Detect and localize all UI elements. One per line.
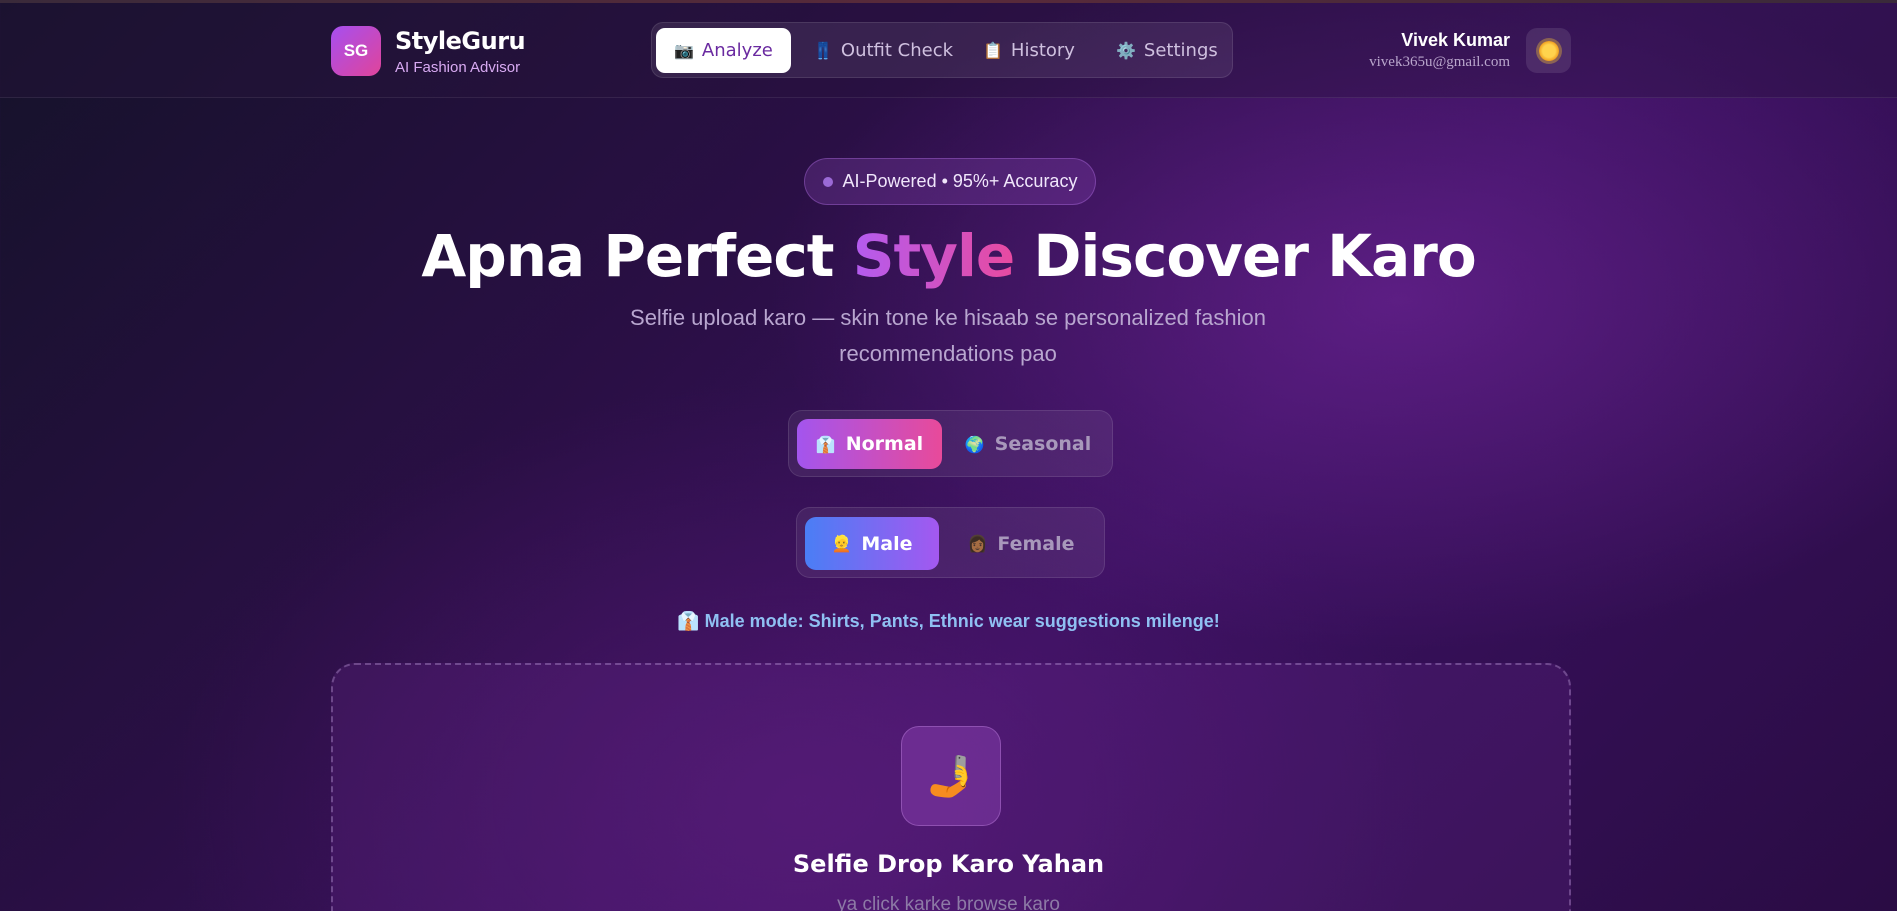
brand-subtitle: AI Fashion Advisor (395, 59, 521, 76)
woman-icon: 👩🏾 (967, 534, 988, 553)
female-button[interactable]: 👩🏾 Female (945, 517, 1097, 570)
sun-icon (1538, 40, 1559, 61)
tab-history[interactable]: 📋 History (965, 28, 1093, 73)
tab-history-label: History (1010, 40, 1075, 61)
title-accent: Style (852, 222, 1016, 290)
app-header: SG StyleGuru AI Fashion Advisor 📷 Analyz… (0, 3, 1897, 98)
main-nav: 📷 Analyze 👖 Outfit Check 📋 History ⚙️ Se… (651, 22, 1233, 78)
user-email: vivek365u@gmail.com (1369, 54, 1510, 70)
page-subtitle: Selfie upload karo — skin tone ke hisaab… (630, 305, 1266, 366)
mode-toggle: 👔 Normal 🌍 Seasonal (788, 410, 1113, 477)
tab-outfit-check-label: Outfit Check (840, 40, 954, 61)
logo-badge[interactable]: SG (331, 26, 381, 76)
title-part-2: Discover Karo (1014, 222, 1476, 290)
selfie-icon[interactable]: 🤳 (901, 726, 1001, 826)
mode-note: 👔 Male mode: Shirts, Pants, Ethnic wear … (0, 611, 1897, 632)
clipboard-icon: 📋 (983, 41, 1003, 60)
accuracy-badge: AI-Powered • 95%+ Accuracy (804, 158, 1096, 205)
accuracy-badge-label: AI-Powered • 95%+ Accuracy (842, 171, 1078, 191)
title-part-1: Apna Perfect (421, 222, 853, 290)
shirt-icon: 👔 (815, 434, 836, 454)
tab-analyze[interactable]: 📷 Analyze (656, 28, 791, 73)
gear-icon: ⚙️ (1116, 41, 1136, 60)
tab-settings-label: Settings (1143, 40, 1218, 61)
tab-analyze-label: Analyze (701, 40, 773, 61)
dropzone-title: Selfie Drop Karo Yahan (792, 850, 1105, 878)
globe-icon: 🌍 (964, 434, 985, 454)
gender-toggle: 👱 Male 👩🏾 Female (796, 507, 1105, 578)
user-name: Vivek Kumar (1401, 30, 1510, 50)
male-label: Male (861, 532, 913, 555)
page-title: Apna Perfect Style Discover Karo (0, 222, 1897, 290)
dropzone-subtitle: ya click karke browse karo (837, 894, 1060, 911)
jeans-icon: 👖 (813, 41, 833, 60)
mode-note-text: Male mode: Shirts, Pants, Ethnic wear su… (704, 611, 1220, 631)
female-label: Female (997, 532, 1075, 555)
status-dot-icon (822, 176, 833, 187)
tab-settings[interactable]: ⚙️ Settings (1098, 28, 1236, 73)
brand-name: StyleGuru (395, 27, 526, 55)
tab-outfit-check[interactable]: 👖 Outfit Check (795, 28, 971, 73)
seasonal-mode-label: Seasonal (994, 433, 1092, 455)
normal-mode-button[interactable]: 👔 Normal (797, 419, 942, 469)
male-button[interactable]: 👱 Male (805, 517, 939, 570)
shirt-icon: 👔 (677, 611, 700, 631)
camera-icon: 📷 (674, 41, 694, 60)
theme-toggle-button[interactable] (1526, 28, 1571, 73)
normal-mode-label: Normal (845, 433, 924, 455)
man-icon: 👱 (831, 534, 852, 553)
seasonal-mode-button[interactable]: 🌍 Seasonal (949, 419, 1107, 469)
